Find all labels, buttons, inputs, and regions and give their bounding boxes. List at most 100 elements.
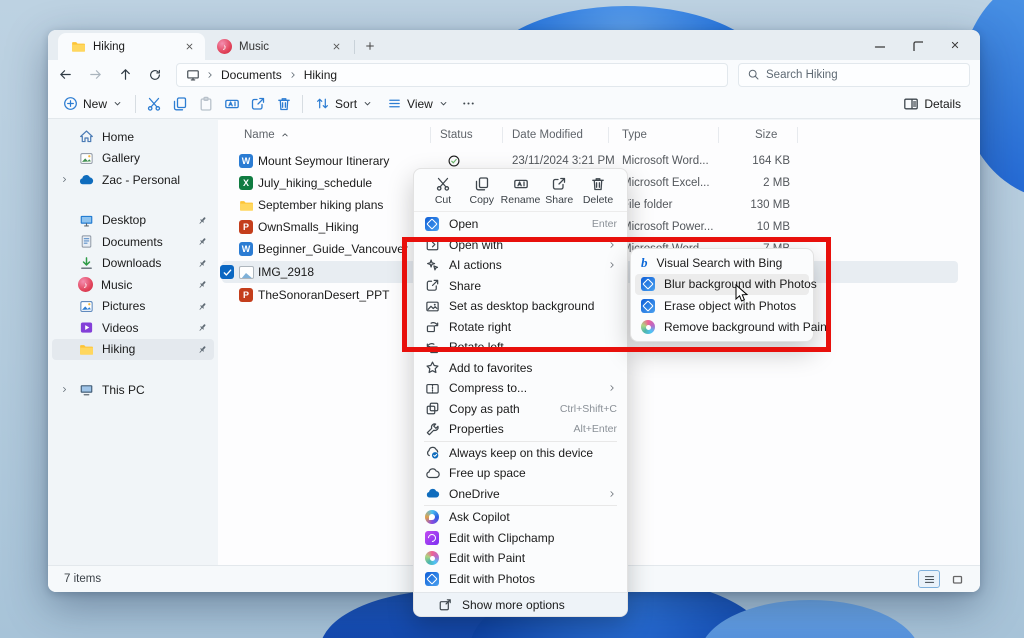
refresh-button[interactable] bbox=[142, 63, 168, 87]
column-header-name[interactable]: Name bbox=[244, 129, 290, 141]
sidebar-item-label: Videos bbox=[102, 321, 189, 335]
sidebar-item-this-pc[interactable]: This PC bbox=[52, 379, 214, 401]
sidebar-item-label: Downloads bbox=[102, 256, 189, 270]
word-file-icon: W bbox=[238, 153, 254, 169]
file-size: 10 MB bbox=[682, 221, 790, 233]
breadcrumb[interactable]: Documents Hiking bbox=[176, 63, 728, 87]
menu-item-properties[interactable]: Properties Alt+Enter bbox=[414, 419, 627, 440]
sidebar-item-documents[interactable]: Documents bbox=[52, 231, 214, 253]
toolbar-divider bbox=[302, 95, 303, 113]
column-headers: Name Status Date Modified Type Size bbox=[218, 122, 980, 148]
sidebar-item-home[interactable]: Home bbox=[52, 126, 214, 148]
view-button[interactable]: View bbox=[380, 91, 456, 117]
pin-icon bbox=[197, 258, 208, 269]
tab-hiking[interactable]: Hiking bbox=[58, 33, 205, 60]
menu-item-onedrive[interactable]: OneDrive bbox=[414, 484, 627, 505]
breadcrumb-hiking[interactable]: Hiking bbox=[302, 68, 339, 82]
new-button[interactable]: New bbox=[56, 91, 130, 117]
large-icons-view-toggle[interactable] bbox=[946, 570, 968, 588]
copy-button[interactable]: Copy bbox=[463, 176, 501, 206]
close-button[interactable] bbox=[936, 31, 974, 59]
menu-item-free-up-space[interactable]: Free up space bbox=[414, 463, 627, 484]
this-pc-icon bbox=[185, 67, 201, 83]
tab-music[interactable]: ♪ Music bbox=[205, 33, 352, 60]
column-header-type[interactable]: Type bbox=[622, 129, 647, 141]
forward-button[interactable] bbox=[82, 63, 108, 87]
file-name: July_hiking_schedule bbox=[258, 176, 372, 190]
column-header-date-modified[interactable]: Date Modified bbox=[512, 129, 583, 141]
window-controls bbox=[860, 30, 974, 60]
sidebar-item-hiking[interactable]: Hiking bbox=[52, 339, 214, 361]
delete-button[interactable] bbox=[271, 91, 297, 117]
star-icon bbox=[424, 360, 440, 376]
sidebar-item-label: Documents bbox=[102, 235, 189, 249]
menu-item-compress-to[interactable]: Compress to... bbox=[414, 378, 627, 399]
rename-button[interactable]: Rename bbox=[502, 176, 540, 206]
file-name: September hiking plans bbox=[258, 198, 383, 212]
column-header-size[interactable]: Size bbox=[755, 129, 777, 141]
new-tab-button[interactable] bbox=[359, 35, 381, 57]
sort-icon bbox=[315, 96, 330, 111]
menu-item-edit-with-clipchamp[interactable]: Edit with Clipchamp bbox=[414, 528, 627, 549]
photos-icon bbox=[424, 571, 440, 587]
share-button[interactable]: Share bbox=[540, 176, 578, 206]
up-button[interactable] bbox=[112, 63, 138, 87]
file-size: 2 MB bbox=[682, 177, 790, 189]
sidebar-item-pictures[interactable]: Pictures bbox=[52, 296, 214, 318]
sidebar-item-desktop[interactable]: Desktop bbox=[52, 210, 214, 232]
sidebar-item-gallery[interactable]: Gallery bbox=[52, 148, 214, 170]
menu-item-show-more-options[interactable]: Show more options bbox=[414, 592, 627, 616]
sort-button[interactable]: Sort bbox=[308, 91, 380, 117]
navigation-pane: Home Gallery Zac - Personal Desktop bbox=[48, 120, 218, 565]
menu-item-copy-as-path[interactable]: Copy as path Ctrl+Shift+C bbox=[414, 399, 627, 420]
view-icon bbox=[387, 96, 402, 111]
show-more-icon bbox=[438, 597, 453, 612]
menu-item-ask-copilot[interactable]: Ask Copilot bbox=[414, 507, 627, 528]
pin-icon bbox=[197, 279, 208, 290]
share-button[interactable] bbox=[245, 91, 271, 117]
photos-icon bbox=[424, 216, 440, 232]
menu-item-edit-with-photos[interactable]: Edit with Photos bbox=[414, 569, 627, 590]
search-input[interactable]: Search Hiking bbox=[738, 63, 970, 87]
sidebar-item-downloads[interactable]: Downloads bbox=[52, 253, 214, 275]
more-options-button[interactable] bbox=[456, 91, 482, 117]
sidebar-item-label: This PC bbox=[102, 383, 208, 397]
checkbox-checked[interactable] bbox=[220, 265, 234, 279]
cut-button[interactable]: Cut bbox=[424, 176, 462, 206]
column-header-status[interactable]: Status bbox=[440, 129, 473, 141]
details-view-toggle[interactable] bbox=[918, 570, 940, 588]
back-button[interactable] bbox=[52, 63, 78, 87]
menu-item-always-keep-on-device[interactable]: Always keep on this device bbox=[414, 443, 627, 464]
powerpoint-file-icon: P bbox=[238, 287, 254, 303]
chevron-down-icon bbox=[112, 98, 123, 109]
sidebar-item-label: Pictures bbox=[102, 299, 189, 313]
delete-button[interactable]: Delete bbox=[579, 176, 617, 206]
sidebar-item-label: Home bbox=[102, 130, 208, 144]
details-pane-icon bbox=[903, 96, 919, 112]
details-pane-button[interactable]: Details bbox=[896, 91, 968, 117]
copy-button[interactable] bbox=[167, 91, 193, 117]
sidebar-item-onedrive-personal[interactable]: Zac - Personal bbox=[52, 169, 214, 191]
breadcrumb-documents[interactable]: Documents bbox=[219, 68, 284, 82]
music-icon: ♪ bbox=[78, 277, 93, 292]
command-toolbar: New Sort View bbox=[48, 89, 980, 119]
sidebar-item-music[interactable]: ♪ Music bbox=[52, 274, 214, 296]
sidebar-item-videos[interactable]: Videos bbox=[52, 317, 214, 339]
search-icon bbox=[747, 68, 760, 81]
tab-divider bbox=[354, 40, 355, 54]
tab-close-icon[interactable] bbox=[328, 39, 344, 55]
menu-item-edit-with-paint[interactable]: Edit with Paint bbox=[414, 548, 627, 569]
file-size: 130 MB bbox=[682, 199, 790, 211]
chevron-down-icon bbox=[438, 98, 449, 109]
minimize-button[interactable] bbox=[860, 31, 898, 59]
maximize-button[interactable] bbox=[898, 31, 936, 59]
menu-item-open[interactable]: Open Enter bbox=[414, 214, 627, 235]
desktop: Hiking ♪ Music bbox=[0, 0, 1024, 638]
rename-button[interactable] bbox=[219, 91, 245, 117]
menu-item-add-to-favorites[interactable]: Add to favorites bbox=[414, 358, 627, 379]
cut-button[interactable] bbox=[141, 91, 167, 117]
tab-close-icon[interactable] bbox=[181, 39, 197, 55]
chevron-right-icon bbox=[60, 385, 70, 394]
copy-path-icon bbox=[424, 401, 440, 417]
paste-button[interactable] bbox=[193, 91, 219, 117]
